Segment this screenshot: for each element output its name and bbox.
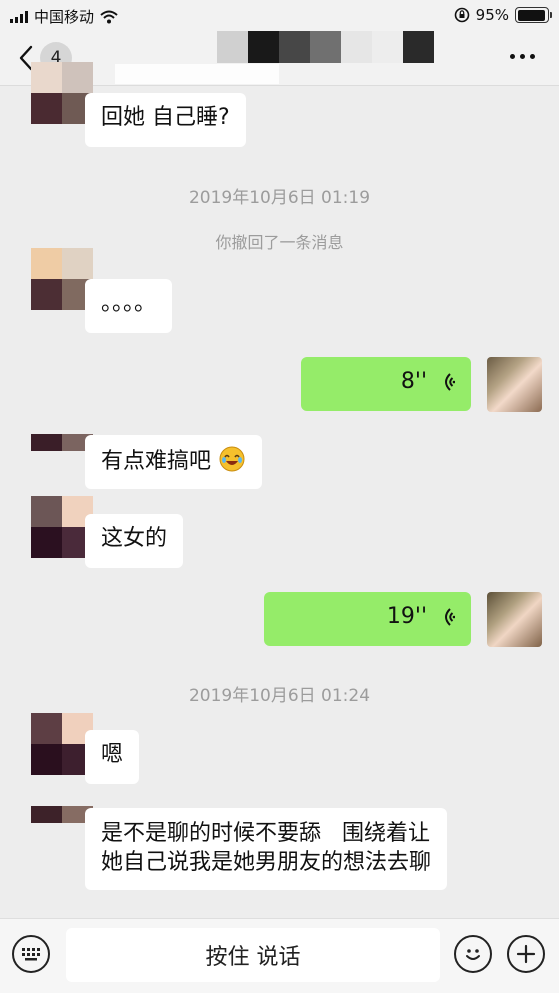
title-block [217,31,248,63]
message-text: 。。。。 [101,291,157,316]
message-bubble[interactable]: 是不是聊的时候不要舔 围绕着让 她自己说我是她男朋友的想法去聊 [85,808,448,890]
voice-wave-icon [445,373,455,391]
title-block [279,31,310,63]
voice-wave-icon [445,608,455,626]
title-block [248,31,279,63]
rotation-lock-icon [454,7,469,23]
message-bubble[interactable]: 。。。。 [85,279,173,333]
chat-title-redacted [217,31,434,63]
smiley-icon [466,949,480,960]
laughing-emoji-icon [219,446,245,472]
contact-avatar[interactable] [31,434,93,467]
plus-icon [516,944,536,964]
contact-avatar[interactable] [31,713,93,775]
battery-fill [517,9,546,21]
contact-avatar[interactable] [31,496,93,558]
contact-avatar[interactable] [31,248,93,310]
title-blur [115,64,279,84]
battery-percent: 95% [475,6,509,24]
timestamp: 2019年10月6日 01:24 [188,686,371,706]
carrier-label: 中国移动 [34,8,95,26]
title-block [403,31,434,63]
title-block [372,31,403,63]
message-text: 这女的 [101,526,168,551]
voice-message-bubble[interactable]: 19'' [264,592,471,646]
more-options-button[interactable] [510,54,535,59]
emoji-button[interactable] [454,935,492,973]
message-bubble[interactable]: 嗯 [85,730,140,784]
more-functions-button[interactable] [507,935,545,973]
dot-icon [530,54,535,59]
keyboard-icon [22,948,40,961]
hold-to-talk-button[interactable]: 按住 说话 [66,928,440,982]
input-bar: 按住 说话 [0,918,559,993]
keyboard-toggle-button[interactable] [12,935,50,973]
message-text: 嗯 [101,742,124,767]
timestamp: 2019年10月6日 01:19 [188,188,371,208]
message-text: 回她 自己睡? [101,105,230,130]
status-left: 中国移动 [10,6,118,27]
voice-duration: 8'' [400,369,427,394]
battery-icon [515,7,552,23]
self-avatar[interactable] [487,357,542,412]
dot-icon [520,54,525,59]
status-bar: 中国移动 95% [0,0,559,30]
message-text: 有点难搞吧 [101,449,212,474]
message-bubble[interactable]: 这女的 [85,514,184,568]
message-bubble[interactable]: 有点难搞吧 [85,435,263,489]
contact-avatar[interactable] [31,62,93,124]
signal-icon [10,10,28,23]
dot-icon [510,54,515,59]
contact-avatar[interactable] [31,806,93,839]
message-text-line: 她自己说我是她男朋友的想法去聊 [101,850,432,875]
title-block [341,31,372,63]
message-text-line: 是不是聊的时候不要舔 围绕着让 [101,821,430,846]
message-bubble[interactable]: 回她 自己睡? [85,93,246,147]
status-right: 95% [454,6,552,24]
voice-message-bubble[interactable]: 8'' [301,357,471,411]
voice-duration: 19'' [386,604,427,629]
self-avatar[interactable] [487,592,542,647]
wifi-icon [100,10,118,23]
title-block [310,31,341,63]
